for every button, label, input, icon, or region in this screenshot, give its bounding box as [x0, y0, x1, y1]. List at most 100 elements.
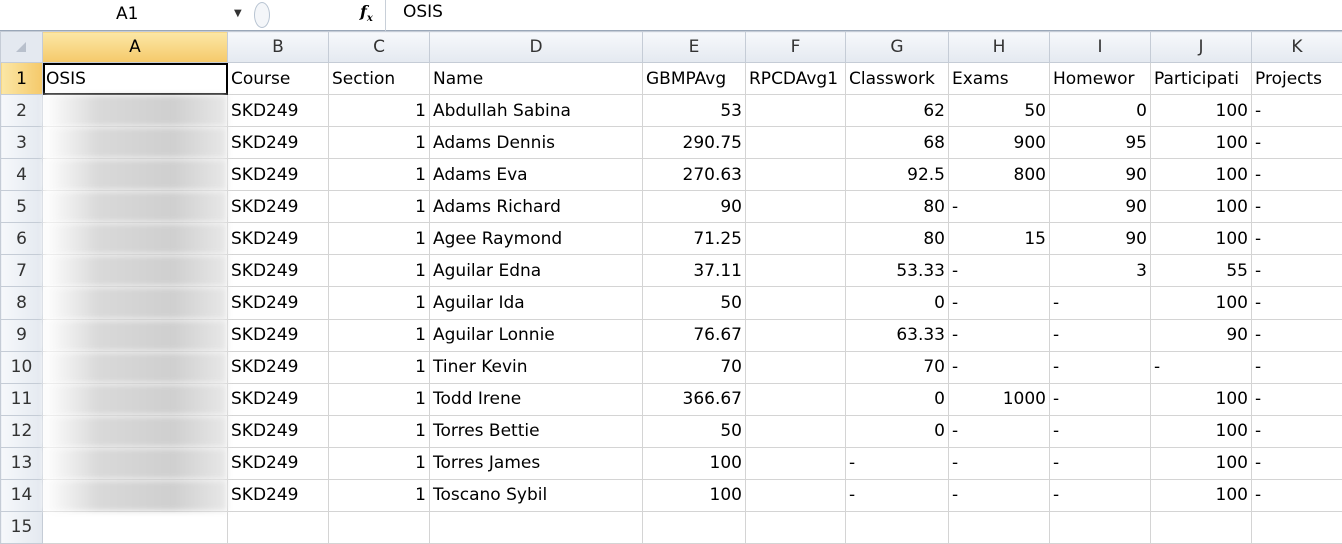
cell-c13[interactable]: 1 [328, 446, 430, 480]
cell-k5[interactable]: - [1251, 190, 1342, 224]
cell-i6[interactable]: 90 [1049, 222, 1151, 256]
cell-a10[interactable] [42, 350, 228, 384]
column-header-f[interactable]: F [745, 31, 846, 63]
cell-k6[interactable]: - [1251, 222, 1342, 256]
cell-g10[interactable]: 70 [845, 350, 949, 384]
cell-d2[interactable]: Abdullah Sabina [429, 94, 643, 128]
cell-k8[interactable]: - [1251, 286, 1342, 320]
cell-k3[interactable]: - [1251, 126, 1342, 160]
column-header-j[interactable]: J [1150, 31, 1252, 63]
cell-g11[interactable]: 0 [845, 382, 949, 416]
row-header-10[interactable]: 10 [0, 350, 43, 384]
cell-e12[interactable]: 50 [642, 414, 746, 448]
cell-d8[interactable]: Aguilar Ida [429, 286, 643, 320]
cell-i1[interactable]: Homewor [1049, 61, 1151, 96]
row-header-2[interactable]: 2 [0, 94, 43, 128]
cell-e11[interactable]: 366.67 [642, 382, 746, 416]
cell-c7[interactable]: 1 [328, 254, 430, 288]
cell-d4[interactable]: Adams Eva [429, 158, 643, 192]
cell-f7[interactable] [745, 254, 846, 288]
cell-e9[interactable]: 76.67 [642, 318, 746, 352]
cell-c12[interactable]: 1 [328, 414, 430, 448]
cell-h12[interactable]: - [948, 414, 1050, 448]
row-header-7[interactable]: 7 [0, 254, 43, 288]
cell-e1[interactable]: GBMPAvg [642, 61, 746, 96]
cell-a1[interactable]: OSIS [42, 61, 228, 96]
cell-i11[interactable]: - [1049, 382, 1151, 416]
cell-c5[interactable]: 1 [328, 190, 430, 224]
cell-a6[interactable] [42, 222, 228, 256]
name-box[interactable]: A1 ▼ [12, 3, 242, 25]
cell-k7[interactable]: - [1251, 254, 1342, 288]
cell-e8[interactable]: 50 [642, 286, 746, 320]
cell-c14[interactable]: 1 [328, 478, 430, 512]
cell-e15[interactable] [642, 510, 746, 544]
cell-f12[interactable] [745, 414, 846, 448]
cell-h6[interactable]: 15 [948, 222, 1050, 256]
cell-k9[interactable]: - [1251, 318, 1342, 352]
cell-f11[interactable] [745, 382, 846, 416]
cell-b3[interactable]: SKD249 [227, 126, 329, 160]
cell-j5[interactable]: 100 [1150, 190, 1252, 224]
cell-f1[interactable]: RPCDAvg1 [745, 61, 846, 96]
cell-h14[interactable]: - [948, 478, 1050, 512]
cell-c9[interactable]: 1 [328, 318, 430, 352]
cell-i10[interactable]: - [1049, 350, 1151, 384]
cell-a4[interactable] [42, 158, 228, 192]
row-header-1[interactable]: 1 [0, 61, 43, 96]
column-header-c[interactable]: C [328, 31, 430, 63]
cell-g9[interactable]: 63.33 [845, 318, 949, 352]
cell-f14[interactable] [745, 478, 846, 512]
chevron-down-icon[interactable]: ▼ [234, 8, 242, 19]
cell-c1[interactable]: Section [328, 61, 430, 96]
cell-a3[interactable] [42, 126, 228, 160]
cell-g3[interactable]: 68 [845, 126, 949, 160]
cell-k10[interactable]: - [1251, 350, 1342, 384]
cell-a5[interactable] [42, 190, 228, 224]
formula-bar-splitter[interactable] [254, 2, 270, 28]
cell-h3[interactable]: 900 [948, 126, 1050, 160]
cell-c2[interactable]: 1 [328, 94, 430, 128]
cell-g12[interactable]: 0 [845, 414, 949, 448]
cell-g8[interactable]: 0 [845, 286, 949, 320]
cell-b15[interactable] [227, 510, 329, 544]
cell-e3[interactable]: 290.75 [642, 126, 746, 160]
cell-a12[interactable] [42, 414, 228, 448]
cell-h13[interactable]: - [948, 446, 1050, 480]
cell-j14[interactable]: 100 [1150, 478, 1252, 512]
cell-f15[interactable] [745, 510, 846, 544]
cell-b2[interactable]: SKD249 [227, 94, 329, 128]
row-header-6[interactable]: 6 [0, 222, 43, 256]
column-header-h[interactable]: H [948, 31, 1050, 63]
cell-a11[interactable] [42, 382, 228, 416]
cell-k1[interactable]: Projects [1251, 61, 1342, 96]
cell-j1[interactable]: Participati [1150, 61, 1252, 96]
cell-h1[interactable]: Exams [948, 61, 1050, 96]
cell-g6[interactable]: 80 [845, 222, 949, 256]
cell-i8[interactable]: - [1049, 286, 1151, 320]
cell-b10[interactable]: SKD249 [227, 350, 329, 384]
cell-i7[interactable]: 3 [1049, 254, 1151, 288]
cell-c10[interactable]: 1 [328, 350, 430, 384]
cell-h5[interactable]: - [948, 190, 1050, 224]
column-header-d[interactable]: D [429, 31, 643, 63]
cell-e13[interactable]: 100 [642, 446, 746, 480]
row-header-5[interactable]: 5 [0, 190, 43, 224]
cell-k15[interactable] [1251, 510, 1342, 544]
cell-h2[interactable]: 50 [948, 94, 1050, 128]
cell-g15[interactable] [845, 510, 949, 544]
cell-d7[interactable]: Aguilar Edna [429, 254, 643, 288]
cell-a9[interactable] [42, 318, 228, 352]
row-header-11[interactable]: 11 [0, 382, 43, 416]
cell-g5[interactable]: 80 [845, 190, 949, 224]
row-header-4[interactable]: 4 [0, 158, 43, 192]
cell-f13[interactable] [745, 446, 846, 480]
cell-f8[interactable] [745, 286, 846, 320]
cell-d14[interactable]: Toscano Sybil [429, 478, 643, 512]
cell-j6[interactable]: 100 [1150, 222, 1252, 256]
row-header-9[interactable]: 9 [0, 318, 43, 352]
cell-d13[interactable]: Torres James [429, 446, 643, 480]
cell-f3[interactable] [745, 126, 846, 160]
row-header-14[interactable]: 14 [0, 478, 43, 512]
cell-g13[interactable]: - [845, 446, 949, 480]
